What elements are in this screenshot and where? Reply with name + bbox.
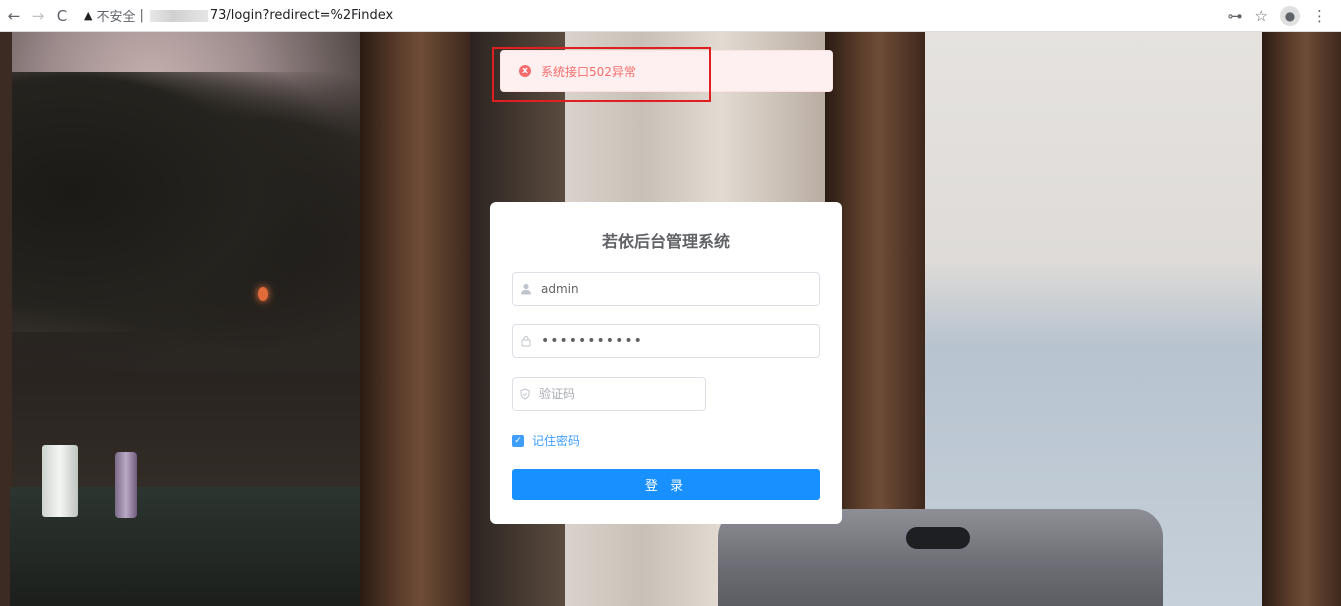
redacted-host [149,9,208,22]
forward-icon[interactable]: → [28,6,48,26]
remember-label[interactable]: 记住密码 [532,432,580,449]
menu-icon[interactable]: ⋮ [1312,7,1327,25]
profile-icon[interactable]: ● [1280,5,1300,26]
bg-post [360,32,470,606]
url-separator: | [139,8,144,23]
username-input[interactable] [541,282,781,296]
key-icon[interactable]: ⊶ [1228,7,1243,25]
login-button[interactable]: 登 录 [512,469,820,500]
bg-light [258,287,268,301]
shield-icon [519,387,531,401]
bg-post [1262,32,1341,606]
user-icon [519,282,533,296]
login-form: 若依后台管理系统 ✓ 记住密码 登 录 [490,202,842,524]
lock-icon [519,334,533,348]
remember-password[interactable]: ✓ 记住密码 [512,432,580,449]
remember-checkbox[interactable]: ✓ [512,434,524,447]
password-input[interactable] [541,333,781,349]
username-field[interactable] [512,272,820,306]
star-icon[interactable]: ☆ [1255,7,1268,25]
captcha-field[interactable] [512,377,706,411]
address-bar[interactable]: ▲ 不安全 | 73/login?redirect=%2Findex [78,4,1188,28]
toolbar-actions: ⊶ ☆ ● ⋮ [1228,5,1327,26]
insecure-label[interactable]: 不安全 [96,6,135,25]
login-title: 若依后台管理系统 [601,232,730,251]
browser-toolbar: ← → C ▲ 不安全 | 73/login?redirect=%2Findex… [0,0,1341,32]
warning-icon[interactable]: ▲ [84,9,92,22]
bg-chair-handle [906,527,970,549]
captcha-input[interactable] [539,387,705,401]
bg-cup [42,445,78,517]
bg-bottle [115,452,137,518]
reload-icon[interactable]: C [52,6,72,26]
password-field[interactable] [512,324,820,358]
annotation-highlight [492,47,711,102]
bg-trees [0,72,360,372]
url-text[interactable]: 73/login?redirect=%2Findex [210,8,393,23]
back-icon[interactable]: ← [4,6,24,26]
